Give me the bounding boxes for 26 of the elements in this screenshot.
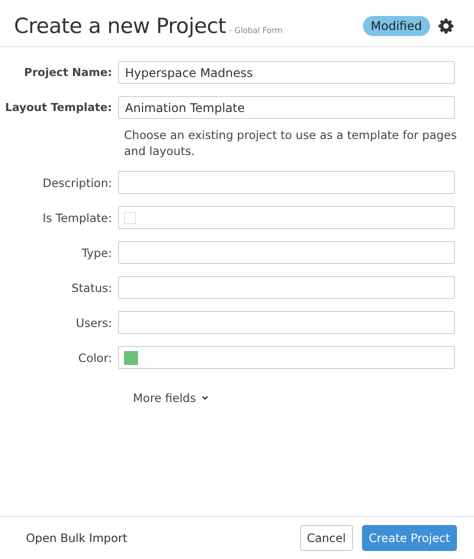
field-label: Layout Template: (4, 101, 113, 114)
input-field[interactable] (118, 241, 455, 264)
input-field[interactable] (118, 171, 455, 194)
more-fields-button[interactable]: More fields (124, 387, 218, 409)
input-field[interactable] (118, 276, 455, 299)
field-label: Description: (42, 176, 113, 190)
form-title: Create a new Project (14, 14, 226, 38)
field-label: Color: (77, 350, 113, 364)
field-label: Type: (80, 246, 113, 260)
input-field[interactable] (118, 311, 455, 334)
field-label: Users: (74, 316, 113, 330)
field-label: Status: (70, 280, 113, 294)
color-field[interactable] (118, 346, 455, 369)
input-field[interactable]: Animation Template (118, 96, 455, 119)
input-field[interactable] (118, 206, 455, 229)
cancel-button[interactable]: Cancel (300, 525, 353, 551)
field-label: Project Name: (23, 66, 113, 79)
hint-text: Choose an existing project to use as a template for pages and layouts. (124, 127, 458, 159)
settings-icon[interactable] (438, 18, 454, 34)
form-subtitle: - Global Form (228, 26, 283, 35)
checkbox[interactable] (124, 212, 136, 224)
input-field[interactable]: Hyperspace Madness (118, 61, 455, 84)
status-badge: Modified (362, 16, 430, 36)
chevron-down-icon (200, 395, 209, 401)
field-label: Is Template: (42, 210, 113, 224)
bulk-import-link[interactable]: Open Bulk Import (26, 531, 291, 545)
